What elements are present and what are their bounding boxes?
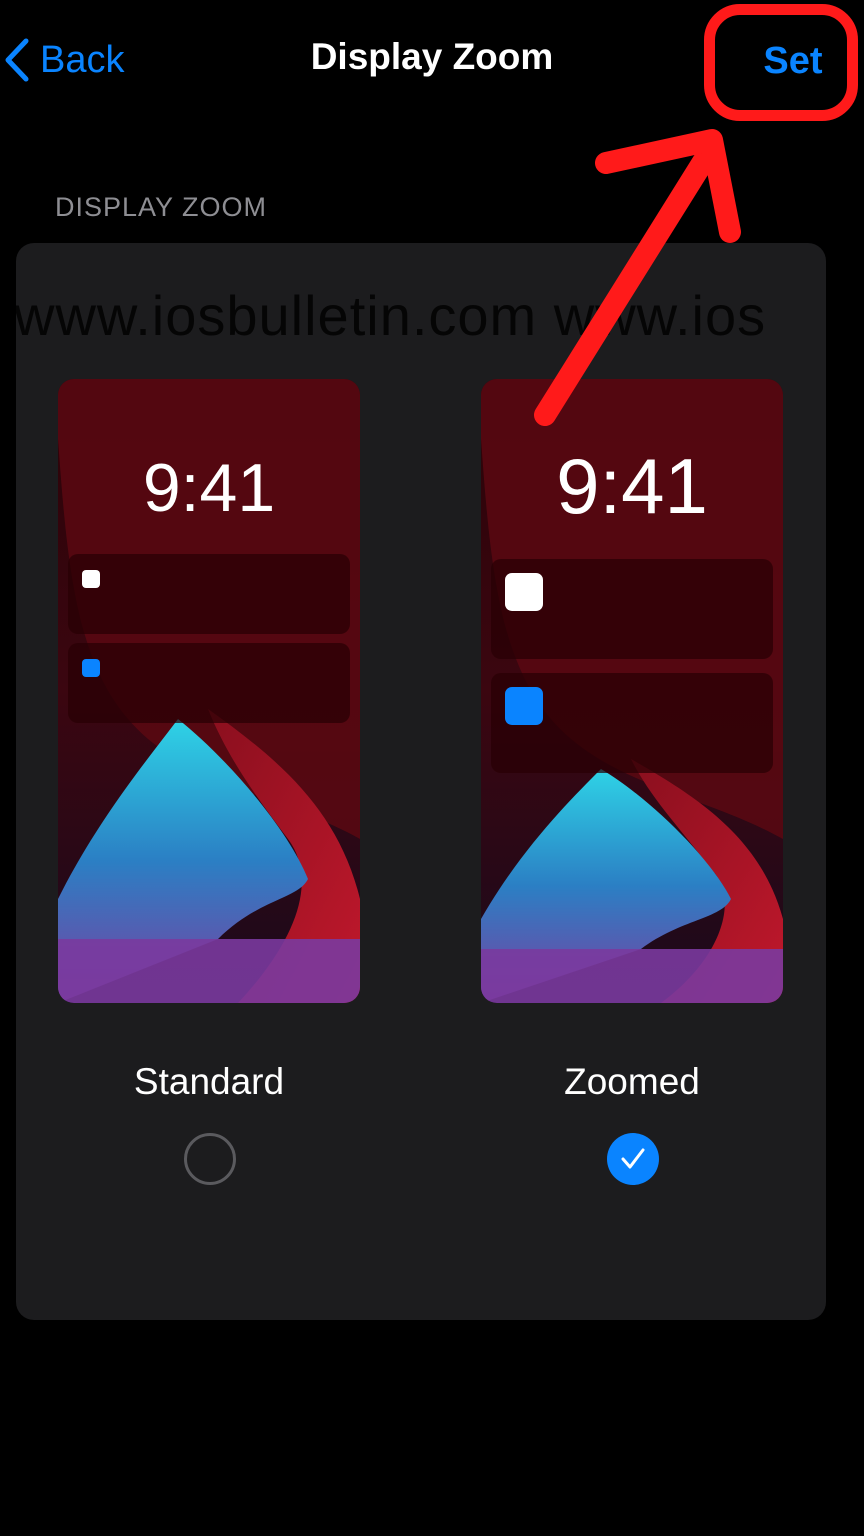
white-square-icon [82, 570, 100, 588]
display-zoom-card: www.iosbulletin.com www.ios 9:41 Standar… [16, 243, 826, 1320]
option-zoomed[interactable]: 9:41 Zoomed [481, 243, 783, 1320]
blue-square-icon [505, 687, 543, 725]
set-button[interactable]: Set [748, 34, 838, 88]
display-zoom-screen: Back Display Zoom Set DISPLAY ZOOM www.i… [0, 0, 864, 1536]
white-square-icon [505, 573, 543, 611]
option-standard[interactable]: 9:41 Standard [58, 243, 360, 1320]
standard-preview[interactable]: 9:41 [58, 379, 360, 1003]
chevron-left-icon [5, 38, 29, 82]
notification-card [491, 673, 773, 773]
back-label: Back [40, 38, 125, 81]
notification-card [68, 554, 350, 634]
option-label-standard: Standard [133, 1061, 285, 1102]
back-button[interactable]: Back [0, 30, 170, 90]
notification-card [68, 643, 350, 723]
checkmark-icon [621, 1148, 645, 1169]
navigation-bar: Back Display Zoom Set [0, 0, 864, 120]
section-header: DISPLAY ZOOM [55, 192, 268, 222]
blue-square-icon [82, 659, 100, 677]
lockscreen-clock: 9:41 [556, 442, 708, 530]
radio-zoomed[interactable] [607, 1133, 659, 1185]
notification-card [491, 559, 773, 659]
option-label-zoomed: Zoomed [564, 1061, 700, 1102]
radio-standard[interactable] [184, 1133, 236, 1185]
lockscreen-clock: 9:41 [142, 450, 276, 526]
zoomed-preview[interactable]: 9:41 [481, 379, 783, 1003]
